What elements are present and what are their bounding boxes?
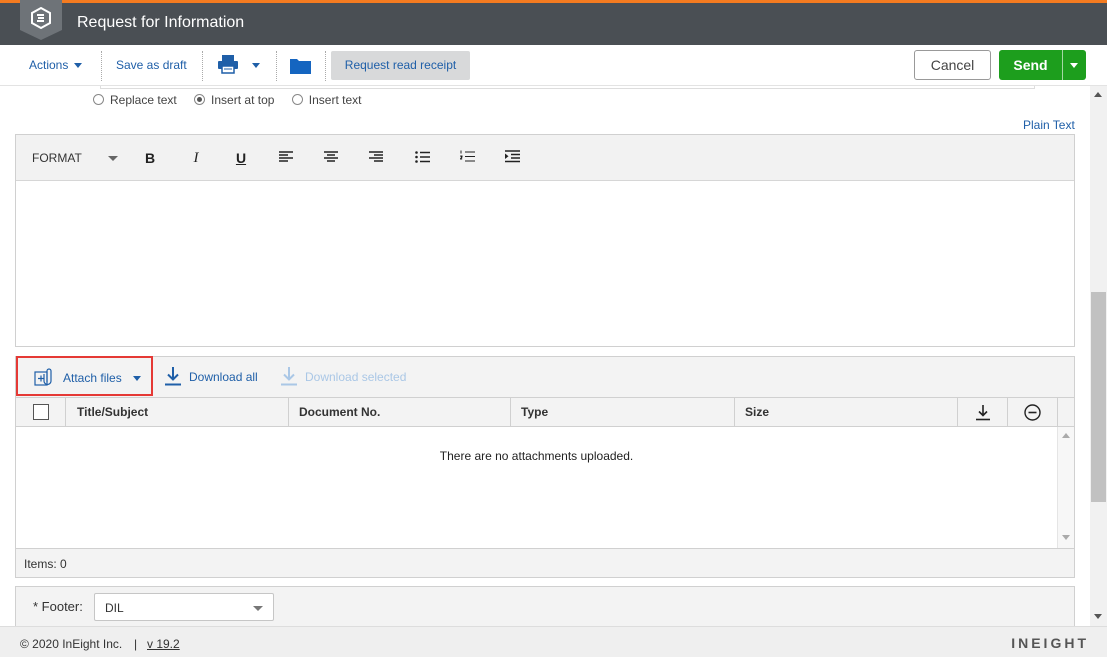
- attach-files-button[interactable]: Attach files: [16, 356, 153, 396]
- table-scrollbar[interactable]: [1057, 427, 1074, 548]
- send-split-divider: [1062, 50, 1063, 80]
- column-header-title[interactable]: Title/Subject: [66, 398, 289, 427]
- attach-file-icon: [34, 368, 52, 386]
- select-all-checkbox[interactable]: [33, 404, 49, 420]
- footer-panel: * Footer: DIL: [15, 586, 1075, 626]
- radio-label: Insert text: [308, 93, 362, 107]
- radio-label: Insert at top: [211, 93, 275, 107]
- folder-button[interactable]: [290, 57, 311, 77]
- indent-icon: [504, 150, 520, 163]
- toolbar-divider: [101, 51, 102, 81]
- select-all-cell: [16, 398, 66, 427]
- brand-logo: INEIGHT: [1011, 635, 1089, 651]
- scrollbar-thumb[interactable]: [1091, 292, 1106, 502]
- app-logo: [20, 0, 62, 40]
- editor-body[interactable]: [16, 181, 1074, 346]
- app-title-bar: Request for Information: [0, 0, 1107, 45]
- page-title: Request for Information: [77, 14, 245, 31]
- page-scrollbar[interactable]: [1090, 86, 1107, 626]
- column-header-type[interactable]: Type: [511, 398, 735, 427]
- chevron-down-icon: [74, 63, 83, 69]
- radio-insert-text[interactable]: Insert text: [291, 93, 362, 107]
- footer-label: * Footer:: [33, 599, 83, 614]
- radio-label: Replace text: [110, 93, 177, 107]
- align-center-icon: [324, 151, 338, 162]
- rich-text-editor: FORMAT B I U: [15, 134, 1075, 347]
- bullet-list-button[interactable]: [412, 148, 432, 168]
- numbered-list-icon: [458, 150, 475, 162]
- attachments-table-header: Title/Subject Document No. Type Size: [16, 397, 1074, 427]
- logo-icon: [31, 7, 51, 29]
- align-center-button[interactable]: [321, 148, 341, 168]
- chevron-down-icon: [253, 606, 263, 611]
- scroll-down-arrow-icon[interactable]: [1094, 614, 1102, 619]
- bold-button[interactable]: B: [140, 148, 160, 168]
- remove-circle-icon: [1024, 404, 1041, 421]
- actions-label: Actions: [29, 58, 69, 72]
- items-count: Items: 0: [16, 548, 1074, 577]
- underline-button[interactable]: U: [231, 148, 251, 168]
- print-button[interactable]: [217, 54, 239, 77]
- plain-text-link[interactable]: Plain Text: [1023, 118, 1075, 132]
- download-icon: [976, 405, 990, 421]
- empty-attachments-message: There are no attachments uploaded.: [439, 449, 634, 463]
- version-link[interactable]: v 19.2: [147, 637, 180, 651]
- column-header-download[interactable]: [958, 398, 1008, 427]
- align-right-button[interactable]: [366, 148, 386, 168]
- align-left-icon: [279, 151, 293, 162]
- print-options-dropdown[interactable]: [246, 58, 260, 72]
- editor-toolbar: FORMAT B I U: [16, 135, 1074, 181]
- align-left-button[interactable]: [276, 148, 296, 168]
- radio-button[interactable]: [93, 94, 104, 105]
- toolbar-divider: [276, 51, 277, 81]
- chevron-down-icon: [252, 63, 260, 69]
- send-button[interactable]: Send: [999, 57, 1062, 73]
- radio-button[interactable]: [291, 94, 303, 105]
- align-right-icon: [369, 151, 383, 162]
- attach-files-label: Attach files: [63, 371, 122, 385]
- attachments-table-body: There are no attachments uploaded.: [16, 427, 1074, 548]
- download-icon: [281, 367, 297, 386]
- attachments-toolbar: Attach files Download all Download selec…: [16, 356, 1074, 397]
- column-header-document-no[interactable]: Document No.: [289, 398, 511, 427]
- copyright-text: © 2020 InEight Inc.: [20, 637, 123, 651]
- save-draft-button[interactable]: Save as draft: [116, 58, 187, 72]
- numbered-list-button[interactable]: [457, 148, 477, 168]
- status-separator: |: [134, 637, 138, 651]
- chevron-down-icon: [133, 376, 141, 381]
- toolbar-divider: [325, 51, 326, 81]
- italic-button[interactable]: I: [186, 148, 206, 168]
- bullet-list-icon: [414, 151, 430, 163]
- download-selected-button: Download selected: [305, 370, 407, 384]
- download-icon[interactable]: [164, 366, 182, 386]
- action-toolbar: Actions Save as draft Request read recei…: [0, 45, 1107, 86]
- column-header-remove[interactable]: [1008, 398, 1058, 427]
- column-header-size[interactable]: Size: [735, 398, 958, 427]
- folder-icon: [290, 59, 311, 74]
- send-options-dropdown[interactable]: [1070, 63, 1078, 68]
- radio-insert-at-top[interactable]: Insert at top: [194, 93, 274, 107]
- radio-replace-text[interactable]: Replace text: [93, 93, 177, 107]
- radio-button[interactable]: [194, 94, 206, 105]
- attachments-panel: Attach files Download all Download selec…: [15, 356, 1075, 578]
- format-dropdown[interactable]: FORMAT: [32, 151, 82, 165]
- chevron-down-icon[interactable]: [108, 156, 118, 161]
- previous-field-edge: [100, 86, 1035, 89]
- printer-icon: [218, 55, 238, 74]
- cancel-button[interactable]: Cancel: [914, 50, 991, 80]
- send-button-group: Send: [999, 50, 1086, 80]
- actions-menu[interactable]: Actions: [29, 58, 83, 72]
- reply-options: Replace text Insert at top Insert text: [93, 93, 375, 107]
- footer-select-value: DIL: [105, 601, 124, 615]
- scroll-up-arrow-icon[interactable]: [1094, 92, 1102, 97]
- download-all-button[interactable]: Download all: [189, 370, 258, 384]
- request-read-receipt-toggle[interactable]: Request read receipt: [331, 51, 470, 80]
- indent-button[interactable]: [502, 148, 522, 168]
- status-bar: © 2020 InEight Inc. | v 19.2 INEIGHT: [0, 626, 1107, 657]
- toolbar-divider: [202, 51, 203, 81]
- footer-select[interactable]: DIL: [94, 593, 274, 621]
- scroll-down-arrow-icon[interactable]: [1062, 535, 1070, 540]
- scroll-up-arrow-icon[interactable]: [1062, 433, 1070, 438]
